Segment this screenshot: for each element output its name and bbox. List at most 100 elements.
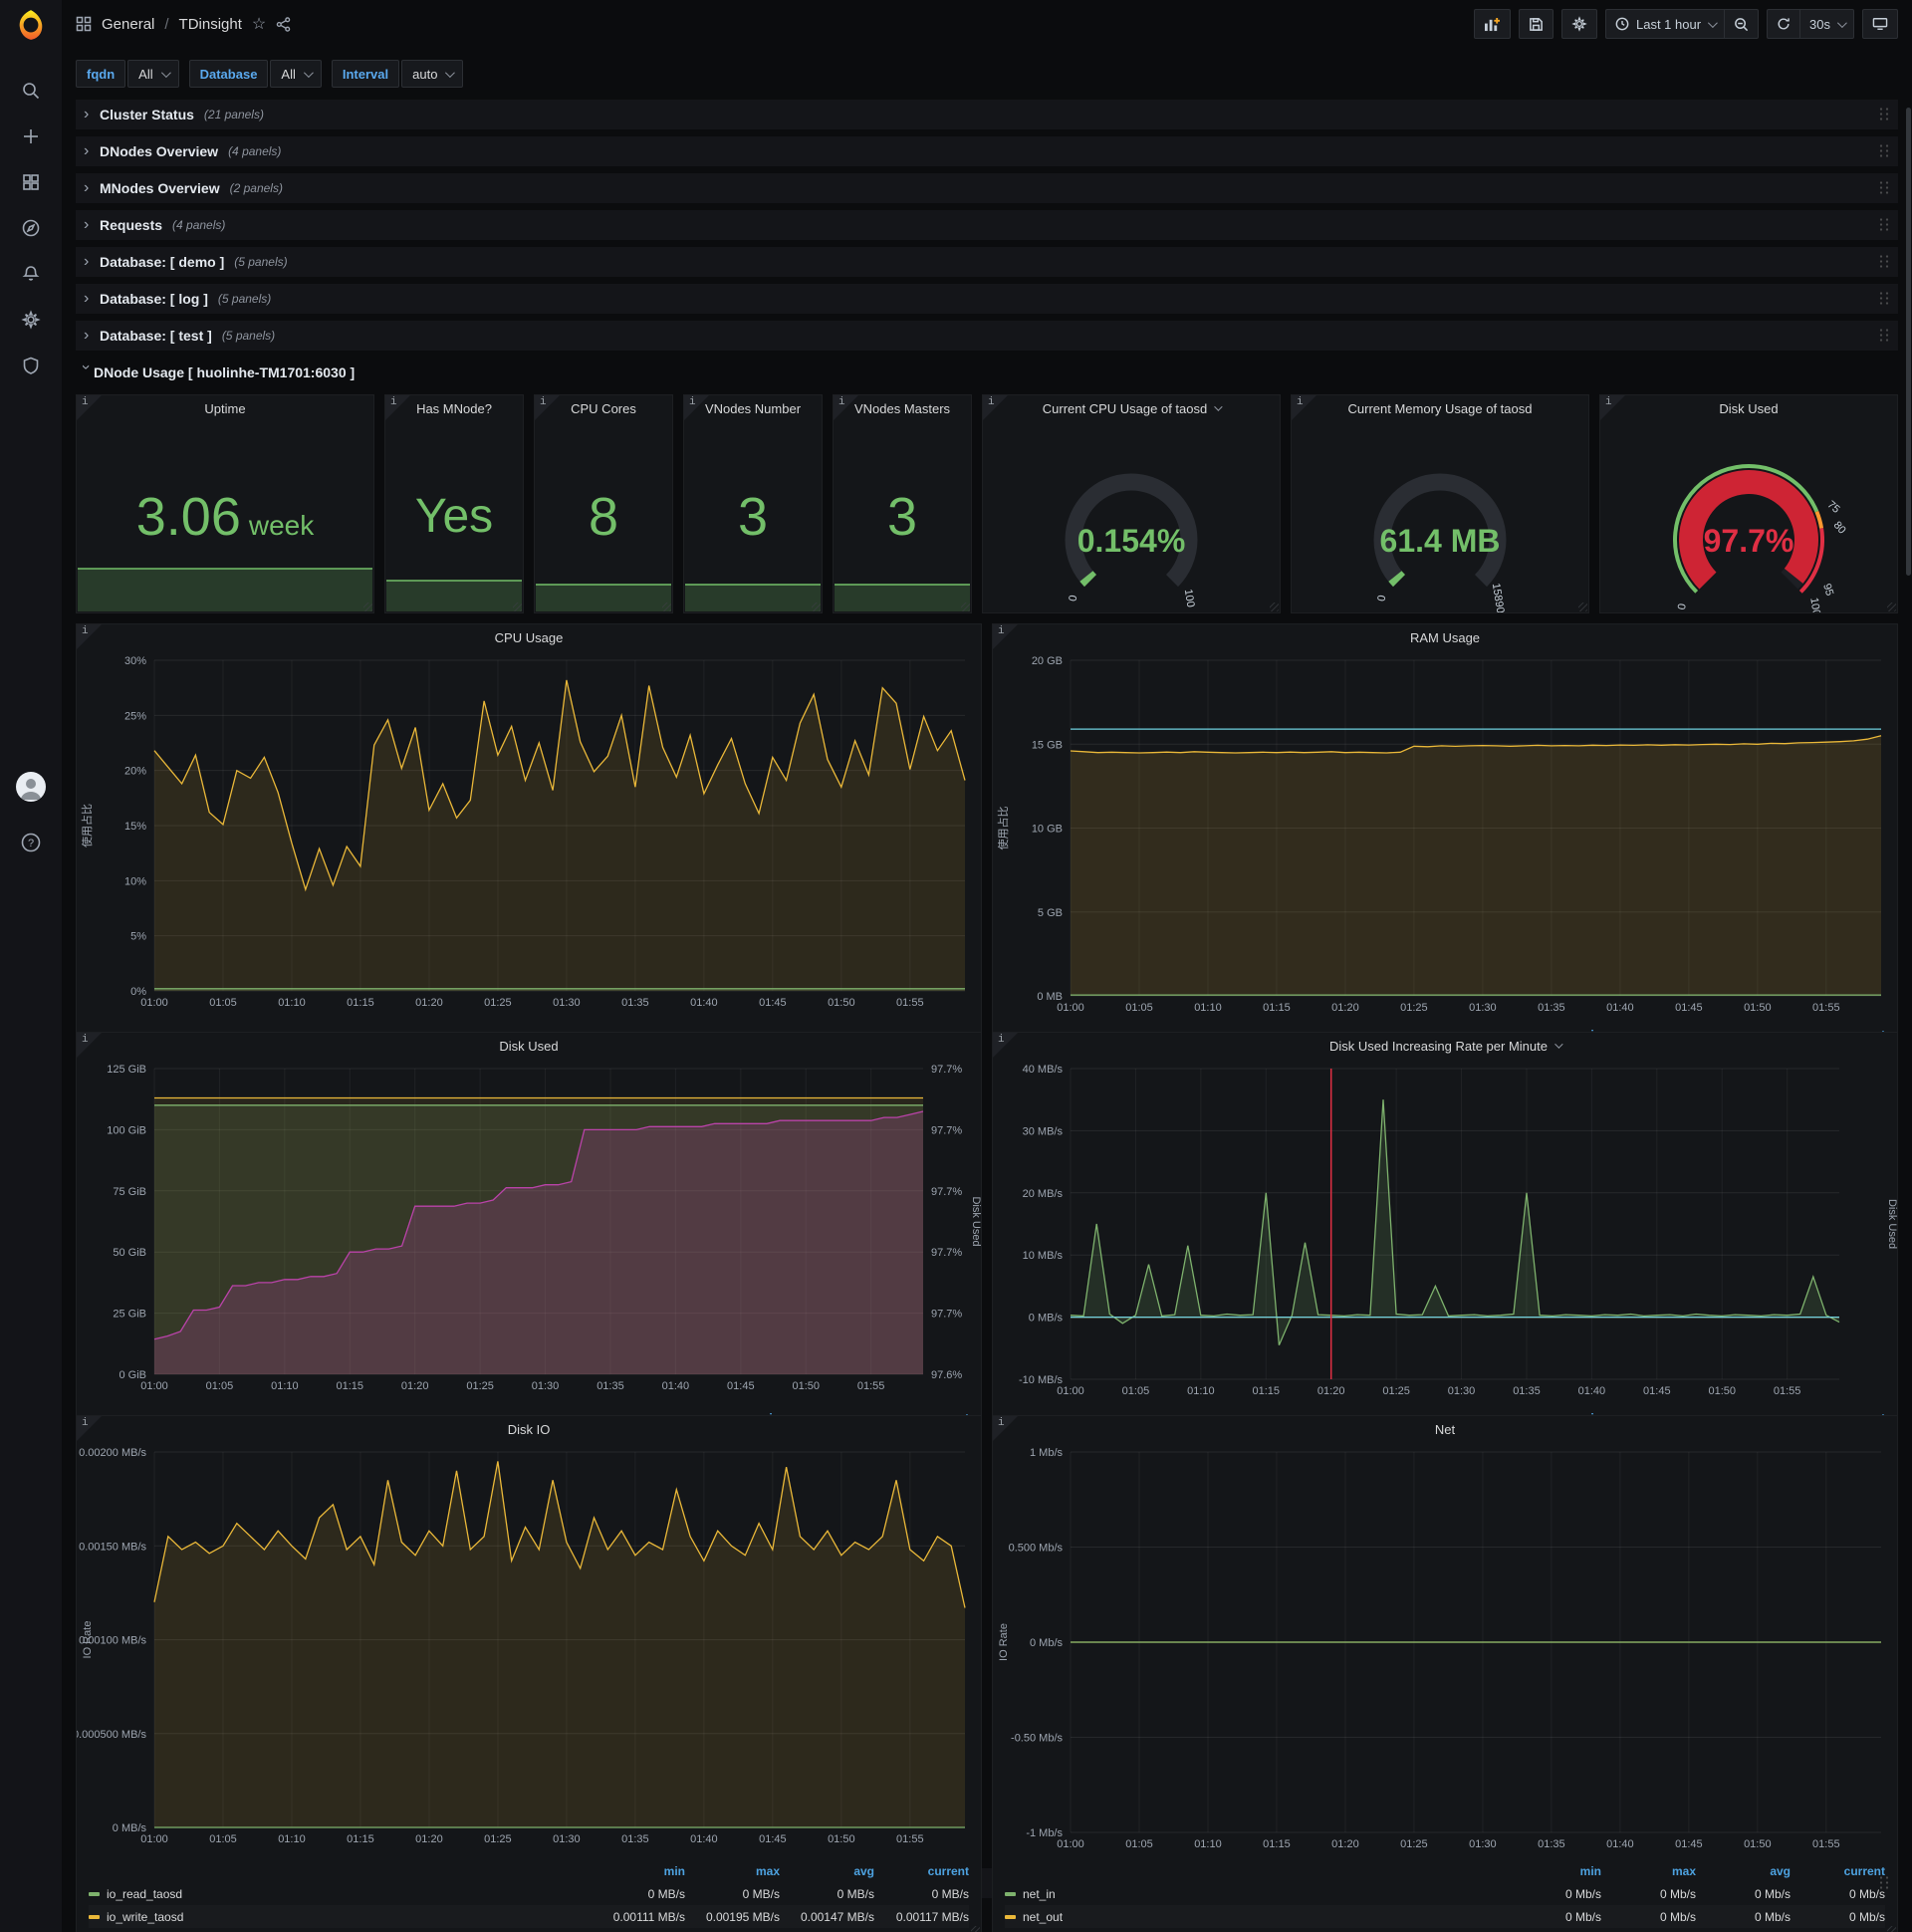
svg-text:使用占比: 使用占比 — [80, 804, 94, 847]
save-dashboard-button[interactable] — [1518, 9, 1554, 39]
panel-menu-caret-icon — [1214, 402, 1223, 411]
panel-info-icon[interactable]: i — [77, 1416, 102, 1441]
time-series-plot[interactable]: 01:00 01:05 01:10 01:15 01:20 01:25 01:30 01:35… — [993, 650, 1897, 1021]
row-mnodes-overview[interactable]: › MNodes Overview (2 panels) — [76, 173, 1898, 203]
explore-compass-icon[interactable] — [0, 205, 62, 251]
panel-info-icon[interactable]: i — [993, 1033, 1018, 1058]
row-drag-handle[interactable] — [1878, 328, 1890, 344]
svg-text:Disk Used: Disk Used — [970, 1196, 981, 1246]
alerting-bell-icon[interactable] — [0, 251, 62, 297]
row-database-log[interactable]: › Database: [ log ] (5 panels) — [76, 284, 1898, 314]
panel-vnodes-number: i VNodes Number 3 — [683, 394, 823, 613]
row-drag-handle[interactable] — [1878, 254, 1890, 270]
star-icon[interactable]: ☆ — [252, 14, 266, 34]
row-drag-handle[interactable] — [1878, 180, 1890, 196]
panel-title[interactable]: Disk IO — [77, 1416, 981, 1442]
stat-value: 3 — [886, 487, 918, 547]
panel-info-icon[interactable]: i — [77, 624, 102, 649]
svg-text:01:20: 01:20 — [415, 997, 443, 1009]
row-dnodes-overview[interactable]: › DNodes Overview (4 panels) — [76, 136, 1898, 166]
panel-title[interactable]: Disk Used — [1600, 395, 1897, 421]
variable-interval[interactable]: Interval auto — [331, 60, 464, 88]
row-database-demo[interactable]: › Database: [ demo ] (5 panels) — [76, 247, 1898, 277]
svg-text:01:35: 01:35 — [597, 1380, 624, 1392]
search-icon[interactable] — [0, 68, 62, 114]
panel-info-icon[interactable]: i — [77, 395, 102, 420]
refresh-button[interactable] — [1767, 9, 1800, 39]
svg-text:01:50: 01:50 — [1708, 1385, 1736, 1397]
svg-text:-1 Mb/s: -1 Mb/s — [1026, 1827, 1063, 1839]
time-series-plot[interactable]: 01:00 01:05 01:10 01:15 01:20 01:25 01:30 01:35… — [993, 1059, 1898, 1404]
row-drag-handle[interactable] — [1878, 217, 1890, 233]
share-icon[interactable] — [276, 16, 291, 32]
zoom-out-time-button[interactable] — [1724, 9, 1760, 39]
legend-series-io_write_taosd[interactable]: io_write_taosd 0.00111 MB/s 0.00195 MB/s 0.… — [89, 1905, 969, 1928]
panel-info-icon[interactable]: i — [834, 395, 858, 420]
svg-text:01:00: 01:00 — [140, 997, 168, 1009]
svg-text:40 MB/s: 40 MB/s — [1023, 1064, 1064, 1076]
svg-text:01:05: 01:05 — [1125, 1838, 1153, 1850]
panel-title[interactable]: Current Memory Usage of taosd — [1292, 395, 1588, 421]
stat-row: i Uptime 3.06 week i Has MNode? Yes i CPU… — [76, 394, 1898, 616]
row-cluster-status[interactable]: › Cluster Status (21 panels) — [76, 100, 1898, 129]
breadcrumb[interactable]: General / TDinsight ☆ — [76, 14, 291, 34]
time-series-plot[interactable]: 01:00 01:05 01:10 01:15 01:20 01:25 01:30 01:35… — [993, 1442, 1897, 1857]
svg-text:100 GiB: 100 GiB — [107, 1124, 146, 1136]
panel-info-icon[interactable]: i — [1600, 395, 1625, 420]
variable-database[interactable]: Database All — [188, 60, 322, 88]
panel-info-icon[interactable]: i — [77, 1033, 102, 1058]
create-plus-icon[interactable] — [0, 114, 62, 159]
legend-series-net_out[interactable]: net_out 0 Mb/s 0 Mb/s 0 Mb/s 0 Mb/s — [1005, 1905, 1885, 1928]
user-avatar[interactable] — [16, 772, 46, 802]
panel-info-icon[interactable]: i — [1292, 395, 1316, 420]
legend-header: minmaxavgcurrent — [1579, 1863, 1885, 1878]
time-series-plot[interactable]: 01:00 01:05 01:10 01:15 01:20 01:25 01:30 01:35… — [73, 1442, 981, 1857]
svg-text:0 MB/s: 0 MB/s — [113, 1822, 147, 1834]
time-series-plot[interactable]: 01:00 01:05 01:10 01:15 01:20 01:25 01:30 01:35… — [77, 650, 981, 1044]
help-icon[interactable]: ? — [0, 820, 62, 865]
row-drag-handle[interactable] — [1878, 143, 1890, 159]
svg-text:01:30: 01:30 — [532, 1380, 560, 1392]
dashboard-settings-button[interactable] — [1560, 9, 1597, 39]
row-drag-handle[interactable] — [1878, 1875, 1890, 1891]
server-admin-shield-icon[interactable] — [0, 343, 62, 388]
time-series-plot[interactable]: 01:00 01:05 01:10 01:15 01:20 01:25 01:30 01:35… — [77, 1059, 982, 1404]
row-database-test[interactable]: › Database: [ test ] (5 panels) — [76, 321, 1898, 351]
breadcrumb-dashboard[interactable]: TDinsight — [179, 16, 242, 33]
scrollbar-thumb[interactable] — [1906, 108, 1911, 576]
panel-title[interactable]: CPU Usage — [77, 624, 981, 650]
row-dnode-usage[interactable]: › DNode Usage [ huolinhe-TM1701:6030 ] — [76, 358, 1898, 387]
panel-title[interactable]: Disk Used — [77, 1033, 981, 1059]
cycle-view-mode-button[interactable] — [1862, 9, 1898, 39]
panel-info-icon[interactable]: i — [983, 395, 1008, 420]
svg-text:01:20: 01:20 — [401, 1380, 429, 1392]
time-range-picker[interactable]: Last 1 hour — [1604, 9, 1725, 39]
grafana-logo[interactable] — [14, 8, 48, 42]
row-requests[interactable]: › Requests (4 panels) — [76, 210, 1898, 240]
refresh-interval-picker[interactable]: 30s — [1799, 9, 1854, 39]
panel-info-icon[interactable]: i — [993, 1416, 1018, 1441]
panel-info-icon[interactable]: i — [993, 624, 1018, 649]
svg-text:01:40: 01:40 — [662, 1380, 690, 1392]
panel-info-icon[interactable]: i — [684, 395, 709, 420]
panel-title[interactable]: Net — [993, 1416, 1897, 1442]
row-drag-handle[interactable] — [1878, 291, 1890, 307]
svg-text:01:15: 01:15 — [1263, 1838, 1291, 1850]
dashboards-grid-icon[interactable] — [0, 159, 62, 205]
panel-title[interactable]: Disk Used Increasing Rate per Minute — [993, 1033, 1897, 1059]
panel-title[interactable]: Uptime — [77, 395, 373, 421]
panel-title[interactable]: RAM Usage — [993, 624, 1897, 650]
row-drag-handle[interactable] — [1878, 107, 1890, 122]
panel-title[interactable]: Current CPU Usage of taosd — [983, 395, 1280, 421]
panel-info-icon[interactable]: i — [385, 395, 410, 420]
breadcrumb-folder[interactable]: General — [102, 16, 154, 33]
add-panel-button[interactable] — [1473, 9, 1511, 39]
configuration-gear-icon[interactable] — [0, 297, 62, 343]
legend-series-io_read_taosd[interactable]: io_read_taosd 0 MB/s 0 MB/s 0 MB/s 0 MB/s — [89, 1882, 969, 1905]
variable-fqdn[interactable]: fqdn All — [76, 60, 179, 88]
svg-text:使用占比: 使用占比 — [996, 807, 1010, 850]
panel-info-icon[interactable]: i — [535, 395, 560, 420]
legend-series-net_in[interactable]: net_in 0 Mb/s 0 Mb/s 0 Mb/s 0 Mb/s — [1005, 1882, 1885, 1905]
svg-text:-0.50 Mb/s: -0.50 Mb/s — [1011, 1733, 1063, 1745]
svg-text:01:50: 01:50 — [1744, 1838, 1772, 1850]
